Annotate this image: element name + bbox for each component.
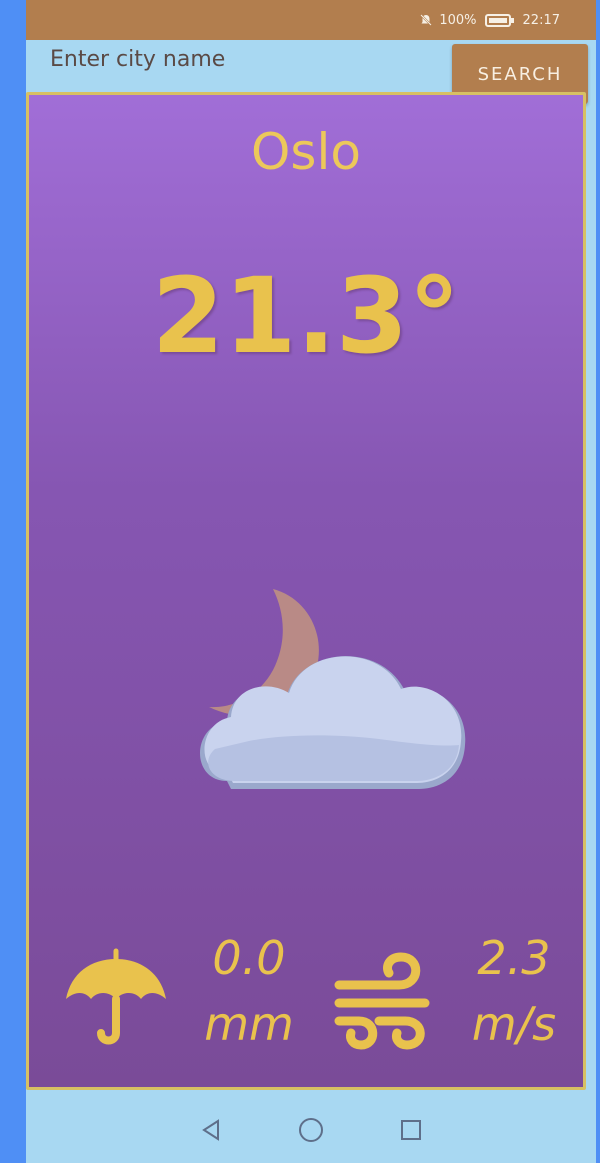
mute-icon: [419, 13, 433, 27]
clock: 22:17: [522, 12, 560, 28]
city-name: Oslo: [251, 123, 361, 181]
temperature: 21.3°: [151, 255, 461, 377]
back-icon[interactable]: [196, 1115, 226, 1145]
wind-value: 2.3: [477, 931, 551, 985]
wind-icon: [329, 945, 439, 1055]
city-search-input[interactable]: [50, 40, 440, 78]
weather-card: Oslo 21.3° 0.0 mm 2.3 m/s: [26, 92, 586, 1090]
recents-icon[interactable]: [396, 1115, 426, 1145]
navigation-bar: [26, 1096, 596, 1163]
moon-cloud-icon: [169, 585, 469, 815]
phone-screen: 100% 22:17 SEARCH Oslo 21.3°: [26, 0, 596, 1163]
battery-icon: [484, 13, 514, 27]
status-bar: 100% 22:17: [26, 0, 596, 40]
wind-unit: m/s: [471, 997, 557, 1051]
precipitation-unit: mm: [204, 997, 294, 1051]
battery-percent: 100%: [439, 12, 477, 28]
precipitation-value: 0.0: [212, 931, 286, 985]
home-icon[interactable]: [296, 1115, 326, 1145]
umbrella-icon: [61, 943, 171, 1053]
weather-details: 0.0 mm 2.3 m/s: [29, 925, 583, 1065]
precipitation-block: 0.0 mm: [189, 925, 309, 1057]
wind-block: 2.3 m/s: [449, 925, 579, 1057]
